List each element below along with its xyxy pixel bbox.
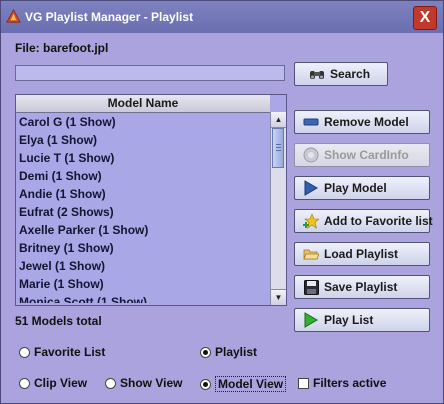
add-favorite-label: Add to Favorite list: [324, 214, 433, 228]
list-item[interactable]: Marie (1 Show): [16, 275, 270, 293]
scroll-up-button[interactable]: ▲: [271, 112, 286, 128]
list-item[interactable]: Axelle Parker (1 Show): [16, 221, 270, 239]
radio-indicator: [19, 377, 30, 389]
play-icon: [303, 180, 319, 196]
list-item[interactable]: Jewel (1 Show): [16, 257, 270, 275]
radio-indicator: [19, 346, 30, 358]
checkbox-indicator: [298, 377, 309, 389]
load-playlist-label: Load Playlist: [324, 247, 399, 261]
list-item[interactable]: Demi (1 Show): [16, 167, 270, 185]
add-favorite-button[interactable]: Add to Favorite list: [294, 209, 433, 233]
grip-line: [276, 150, 281, 151]
model-list[interactable]: Model Name Carol G (1 Show) Elya (1 Show…: [15, 94, 287, 306]
show-view-radio[interactable]: Show View: [105, 376, 182, 390]
grip-line: [276, 147, 281, 148]
show-view-label: Show View: [120, 376, 183, 390]
list-item[interactable]: Elya (1 Show): [16, 131, 270, 149]
close-button[interactable]: X: [413, 6, 437, 30]
filters-active-checkbox[interactable]: Filters active: [298, 376, 386, 390]
radio-indicator: [105, 377, 116, 389]
info-disc-icon: [303, 147, 319, 163]
search-button-label: Search: [330, 67, 371, 81]
folder-open-icon: [303, 246, 319, 262]
models-total: 51 Models total: [15, 314, 102, 328]
play-green-icon: [303, 312, 319, 328]
list-item[interactable]: Eufrat (2 Shows): [16, 203, 270, 221]
save-playlist-button[interactable]: Save Playlist: [294, 275, 430, 299]
model-view-label: Model View: [215, 376, 287, 392]
filters-active-label: Filters active: [313, 376, 387, 390]
remove-model-label: Remove Model: [324, 115, 409, 129]
radio-indicator: [200, 378, 211, 390]
floppy-disk-icon: [303, 279, 319, 295]
load-playlist-button[interactable]: Load Playlist: [294, 242, 430, 266]
radio-indicator: [200, 346, 211, 358]
list-scrollbar[interactable]: ▲ ▼: [270, 112, 286, 305]
minus-bar-icon: [303, 114, 319, 130]
save-playlist-label: Save Playlist: [324, 280, 398, 294]
play-model-label: Play Model: [324, 181, 387, 195]
show-cardinfo-label: Show CardInfo: [324, 148, 409, 162]
search-input[interactable]: [15, 65, 285, 81]
list-item[interactable]: Lucie T (1 Show): [16, 149, 270, 167]
title-bar[interactable]: VG Playlist Manager - Playlist X: [1, 1, 443, 33]
list-item[interactable]: Britney (1 Show): [16, 239, 270, 257]
list-header[interactable]: Model Name: [16, 95, 270, 113]
favorite-list-radio[interactable]: Favorite List: [19, 345, 105, 359]
search-button[interactable]: Search: [294, 62, 388, 86]
model-view-radio[interactable]: Model View: [200, 376, 287, 392]
playlist-label: Playlist: [215, 345, 258, 359]
star-plus-icon: [303, 213, 319, 229]
play-model-button[interactable]: Play Model: [294, 176, 430, 200]
list-item[interactable]: Carol G (1 Show): [16, 113, 270, 131]
play-list-button[interactable]: Play List: [294, 308, 430, 332]
binoculars-icon: [309, 66, 325, 82]
show-cardinfo-button[interactable]: Show CardInfo: [294, 143, 430, 167]
file-label: File: barefoot.jpl: [15, 41, 109, 55]
app-icon: [6, 9, 21, 23]
window-title: VG Playlist Manager - Playlist: [25, 10, 194, 24]
play-list-label: Play List: [324, 313, 374, 327]
list-items: Carol G (1 Show) Elya (1 Show) Lucie T (…: [16, 113, 270, 303]
scroll-thumb[interactable]: [272, 128, 284, 168]
grip-line: [276, 144, 281, 145]
clip-view-radio[interactable]: Clip View: [19, 376, 87, 390]
scroll-down-button[interactable]: ▼: [271, 289, 286, 305]
playlist-window: VG Playlist Manager - Playlist X File: b…: [0, 0, 444, 404]
clip-view-label: Clip View: [34, 376, 88, 390]
list-item[interactable]: Monica Scott (1 Show): [16, 293, 270, 303]
favorite-list-label: Favorite List: [34, 345, 106, 359]
list-item[interactable]: Andie (1 Show): [16, 185, 270, 203]
remove-model-button[interactable]: Remove Model: [294, 110, 430, 134]
playlist-radio[interactable]: Playlist: [200, 345, 257, 359]
